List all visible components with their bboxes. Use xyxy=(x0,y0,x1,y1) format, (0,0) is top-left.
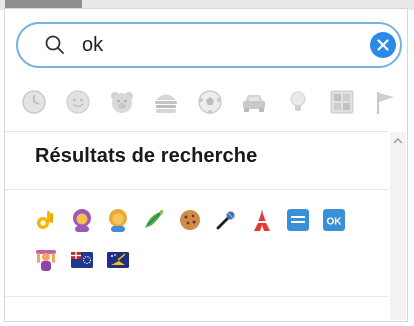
man-ok-gesture-icon[interactable] xyxy=(34,248,58,272)
results-scrollbar[interactable] xyxy=(390,132,406,320)
lightbulb-icon[interactable] xyxy=(284,88,312,116)
search-input[interactable] xyxy=(82,31,352,59)
woman-ok-gesture-icon[interactable] xyxy=(70,208,94,232)
clock-icon[interactable] xyxy=(20,88,48,116)
ok-button-label: OK xyxy=(327,217,343,228)
flag-cook-islands-icon[interactable] xyxy=(70,248,94,272)
smiley-icon[interactable] xyxy=(64,88,92,116)
results-section-title: Résultats de recherche xyxy=(35,145,258,167)
person-ok-gesture-icon[interactable] xyxy=(106,208,130,232)
ok-hand-icon[interactable] xyxy=(34,208,58,232)
search-icon xyxy=(45,35,64,54)
results-title-divider xyxy=(5,189,388,190)
flag-tokelau-icon[interactable] xyxy=(106,248,130,272)
category-divider xyxy=(5,131,388,132)
chevron-up-icon[interactable] xyxy=(393,137,403,145)
symbols-icon[interactable] xyxy=(328,88,356,116)
search-results-grid: OK xyxy=(34,208,388,278)
tokyo-tower-icon[interactable] xyxy=(250,208,274,232)
ok-button-icon[interactable]: OK xyxy=(322,208,346,232)
emoji-picker-window: Résultats de recherche xyxy=(0,0,414,326)
bear-icon[interactable] xyxy=(108,88,136,116)
flag-icon[interactable] xyxy=(372,88,400,116)
soccer-ball-icon[interactable] xyxy=(196,88,224,116)
cookie-icon[interactable] xyxy=(178,208,202,232)
burger-icon[interactable] xyxy=(152,88,180,116)
car-icon[interactable] xyxy=(240,88,268,116)
okra-icon[interactable] xyxy=(142,208,166,232)
clear-search-button[interactable] xyxy=(370,32,396,58)
close-icon xyxy=(377,39,389,51)
microphone-icon[interactable] xyxy=(214,208,238,232)
category-bar xyxy=(20,88,406,118)
results-bottom-divider xyxy=(5,296,388,297)
id-button-icon[interactable] xyxy=(286,208,310,232)
